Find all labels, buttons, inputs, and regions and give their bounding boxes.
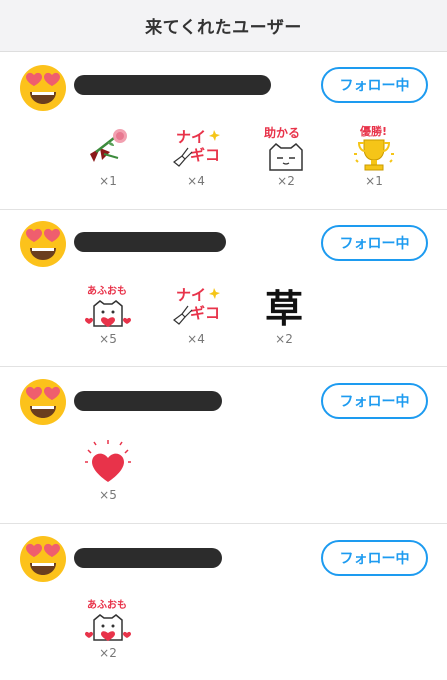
stamp-item: ナイ ギコ ×4	[164, 282, 228, 354]
heart-eyes-emoji-icon	[20, 221, 66, 267]
afuomo-heart-stamp-icon: あふおも	[85, 284, 131, 327]
page-title: 来てくれたユーザー	[145, 18, 302, 38]
stamp-item: あふおも ×5	[76, 282, 140, 354]
user-avatar[interactable]	[18, 376, 68, 426]
row-divider	[0, 523, 447, 524]
stamp-item: 助かる ×2	[254, 124, 318, 196]
redacted-username	[74, 391, 222, 411]
stamp-item: ×1	[76, 124, 140, 196]
stamp-count: ×2	[275, 332, 293, 346]
user-avatar[interactable]	[18, 533, 68, 583]
tasukaru-cat-stamp-icon: 助かる	[264, 125, 303, 171]
following-button[interactable]: フォロー中	[321, 540, 428, 576]
stamp-count: ×2	[277, 174, 295, 188]
row-divider	[0, 366, 447, 367]
heart-eyes-emoji-icon	[20, 379, 66, 425]
svg-text:ギコ: ギコ	[190, 304, 220, 322]
svg-text:あふおも: あふおも	[87, 284, 127, 297]
redacted-username	[74, 75, 271, 95]
svg-text:ナイ: ナイ	[176, 128, 206, 146]
redacted-username	[74, 232, 226, 252]
page-header: 来てくれたユーザー	[0, 0, 447, 52]
stamp-count: ×1	[99, 174, 117, 188]
following-button[interactable]: フォロー中	[321, 225, 428, 261]
heart-eyes-emoji-icon	[20, 536, 66, 582]
user-avatar[interactable]	[18, 218, 68, 268]
afuomo-heart-stamp-icon: あふおも	[85, 598, 131, 641]
following-button[interactable]: フォロー中	[321, 383, 428, 419]
redacted-username	[74, 548, 222, 568]
stamp-count: ×1	[365, 174, 383, 188]
stamp-count: ×5	[99, 488, 117, 502]
user-avatar[interactable]	[18, 62, 68, 112]
red-heart-stamp-icon	[85, 440, 131, 482]
following-button[interactable]: フォロー中	[321, 67, 428, 103]
rose-ribbon-stamp-icon	[90, 129, 127, 162]
svg-text:あふおも: あふおも	[87, 598, 127, 611]
svg-text:ナイ: ナイ	[176, 286, 206, 304]
stamp-count: ×2	[99, 646, 117, 660]
stamp-count: ×5	[99, 332, 117, 346]
svg-text:草: 草	[265, 287, 303, 330]
yusho-trophy-stamp-icon: 優勝!	[354, 124, 394, 171]
nice-ghikko-stamp-icon: ナイ ギコ	[173, 286, 220, 325]
stamp-item: ナイ ギコ ×4	[164, 124, 228, 196]
heart-eyes-emoji-icon	[20, 65, 66, 111]
svg-text:優勝!: 優勝!	[359, 124, 387, 138]
stamp-count: ×4	[187, 332, 205, 346]
stamp-item: 優勝! ×1	[342, 124, 406, 196]
svg-text:ギコ: ギコ	[190, 146, 220, 164]
svg-text:助かる: 助かる	[264, 125, 300, 140]
stamp-item: 草 ×2	[252, 282, 316, 354]
row-divider	[0, 209, 447, 210]
kusa-stamp-icon: 草	[265, 287, 303, 330]
nice-ghikko-stamp-icon: ナイ ギコ	[173, 128, 220, 167]
stamp-item: あふおも ×2	[76, 596, 140, 668]
stamp-item: ×5	[76, 438, 140, 510]
stamp-count: ×4	[187, 174, 205, 188]
